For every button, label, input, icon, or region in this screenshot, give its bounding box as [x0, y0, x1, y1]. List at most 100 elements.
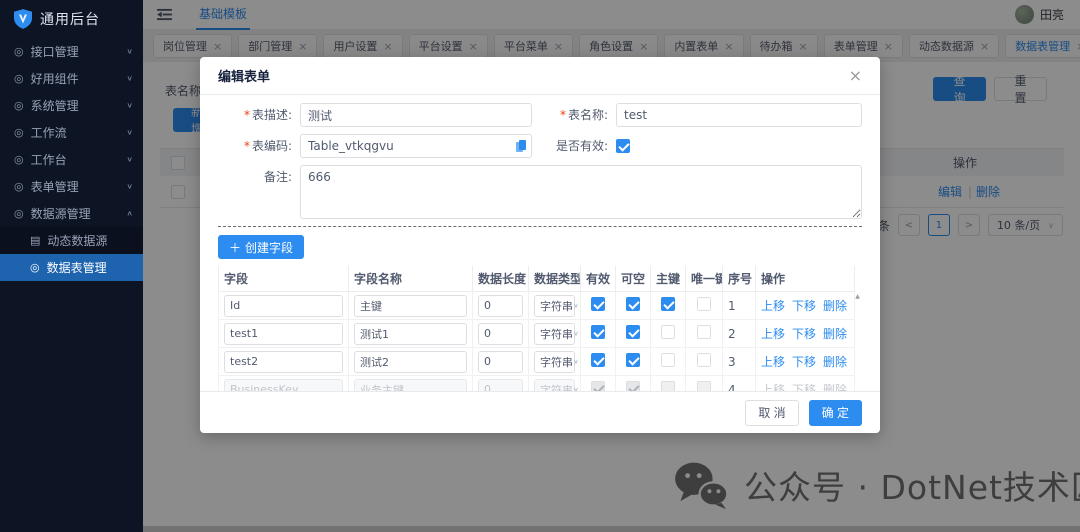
sidebar-item[interactable]: ◎好用组件∨: [0, 65, 143, 92]
delete-row-link[interactable]: 删除: [823, 299, 847, 313]
unique-key-checkbox[interactable]: [697, 297, 711, 311]
sidebar-item[interactable]: ◎接口管理∨: [0, 38, 143, 65]
sidebar-item[interactable]: ◎数据源管理∧: [0, 200, 143, 227]
move-up-link[interactable]: 上移: [761, 299, 785, 313]
note-textarea[interactable]: 666: [300, 165, 862, 219]
chevron-down-icon: ∨: [126, 129, 133, 137]
menu-bullet-icon: ◎: [14, 126, 24, 139]
modal-title: 编辑表单: [218, 66, 270, 85]
create-field-button[interactable]: ＋ 创建字段: [218, 235, 304, 259]
nullable-checkbox[interactable]: [626, 325, 640, 339]
data-type-select[interactable]: 字符串∨: [534, 295, 575, 317]
nullable-checkbox[interactable]: [626, 297, 640, 311]
fields-table: 字段字段名称数据长度数据类型有效可空主键唯一键序号操作 字符串∨1上移下移删除字…: [218, 266, 862, 391]
field-code-input[interactable]: [224, 351, 343, 373]
sidebar-subitem[interactable]: ◎ 数据表管理: [0, 254, 143, 281]
sidebar-subitem-label: 数据表管理: [47, 259, 107, 276]
required-asterisk: *: [560, 108, 566, 122]
sidebar-item[interactable]: ◎工作台∨: [0, 146, 143, 173]
chevron-down-icon: ∨: [126, 183, 133, 191]
move-up-link: 上移: [761, 383, 785, 391]
move-down-link[interactable]: 下移: [792, 355, 816, 369]
table-desc-label: *表描述:: [218, 103, 300, 127]
table-name-label: *表名称:: [532, 103, 616, 127]
sidebar-item-label: 表单管理: [31, 178, 127, 195]
data-length-input[interactable]: [478, 323, 523, 345]
chevron-down-icon: ∨: [573, 302, 579, 309]
data-type-select[interactable]: 字符串∨: [534, 323, 575, 345]
move-up-link[interactable]: 上移: [761, 355, 785, 369]
valid-checkbox: [591, 381, 605, 391]
chevron-down-icon: ∨: [126, 75, 133, 83]
valid-checkbox[interactable]: [591, 297, 605, 311]
primary-key-checkbox[interactable]: [661, 325, 675, 339]
chevron-down-icon: ∨: [126, 48, 133, 56]
column-header: 序号: [723, 266, 756, 292]
close-icon[interactable]: ×: [849, 68, 862, 84]
copy-icon[interactable]: [516, 140, 526, 152]
table-scrollbar[interactable]: ▲ ▼: [853, 290, 862, 391]
menu-bullet-icon: ◎: [30, 261, 40, 274]
menu-bullet-icon: ◎: [14, 180, 24, 193]
column-header: 可空: [616, 266, 651, 292]
primary-key-checkbox[interactable]: [661, 297, 675, 311]
column-header: 数据类型: [529, 266, 581, 292]
primary-key-checkbox[interactable]: [661, 353, 675, 367]
data-length-input[interactable]: [478, 295, 523, 317]
sidebar-item-label: 工作流: [31, 124, 127, 141]
sidebar-subitem[interactable]: ▤ 动态数据源: [0, 227, 143, 254]
cancel-button[interactable]: 取 消: [745, 400, 798, 426]
data-type-select[interactable]: 字符串∨: [534, 351, 575, 373]
logo: 通用后台: [0, 0, 143, 38]
move-up-link[interactable]: 上移: [761, 327, 785, 341]
table-code-input[interactable]: [300, 134, 532, 158]
required-asterisk: *: [244, 108, 250, 122]
valid-checkbox[interactable]: [591, 353, 605, 367]
data-length-input[interactable]: [478, 351, 523, 373]
table-name-input[interactable]: [616, 103, 862, 127]
sidebar-item[interactable]: ◎ 工作流∨: [0, 119, 143, 146]
ok-button[interactable]: 确 定: [809, 400, 862, 426]
is-valid-checkbox[interactable]: [616, 139, 630, 153]
table-code-label: *表编码:: [218, 134, 300, 158]
table-desc-input[interactable]: [300, 103, 532, 127]
field-name-input[interactable]: [354, 351, 467, 373]
move-down-link[interactable]: 下移: [792, 327, 816, 341]
field-code-input[interactable]: [224, 323, 343, 345]
edit-form-modal: 编辑表单 × *表描述: *表名称: *表编码: 是否有效:: [200, 57, 880, 433]
column-header: 有效: [581, 266, 616, 292]
fields-table-header-row: 字段字段名称数据长度数据类型有效可空主键唯一键序号操作: [219, 266, 855, 292]
sequence-number: 3: [723, 348, 756, 376]
sidebar-subitem-label: 动态数据源: [47, 232, 107, 249]
logo-shield-icon: [14, 9, 32, 29]
document-icon: ▤: [30, 234, 40, 247]
field-name-input: [354, 379, 467, 392]
sidebar-item-label: 数据源管理: [31, 205, 127, 222]
field-code-input: [224, 379, 343, 392]
sidebar-item[interactable]: ◎系统管理∨: [0, 92, 143, 119]
field-row: 字符串∨4上移下移删除: [219, 376, 855, 392]
nullable-checkbox: [626, 381, 640, 391]
delete-row-link[interactable]: 删除: [823, 355, 847, 369]
chevron-up-icon: ∧: [126, 210, 133, 218]
modal-header: 编辑表单 ×: [200, 57, 880, 95]
modal-footer: 取 消 确 定: [200, 391, 880, 433]
modal-body: *表描述: *表名称: *表编码: 是否有效: 备注:: [200, 95, 880, 391]
unique-key-checkbox[interactable]: [697, 325, 711, 339]
is-valid-label: 是否有效:: [532, 134, 616, 158]
valid-checkbox[interactable]: [591, 325, 605, 339]
field-row: 字符串∨2上移下移删除: [219, 320, 855, 348]
field-name-input[interactable]: [354, 295, 467, 317]
column-header: 字段名称: [349, 266, 473, 292]
sidebar-item-label: 系统管理: [31, 97, 127, 114]
delete-row-link[interactable]: 删除: [823, 327, 847, 341]
sidebar-item[interactable]: ◎ 表单管理∨: [0, 173, 143, 200]
scroll-up-icon[interactable]: ▲: [855, 293, 860, 300]
field-name-input[interactable]: [354, 323, 467, 345]
plus-icon: ＋: [229, 239, 241, 256]
field-code-input[interactable]: [224, 295, 343, 317]
data-type-select: 字符串∨: [534, 379, 575, 392]
unique-key-checkbox[interactable]: [697, 353, 711, 367]
nullable-checkbox[interactable]: [626, 353, 640, 367]
move-down-link[interactable]: 下移: [792, 299, 816, 313]
